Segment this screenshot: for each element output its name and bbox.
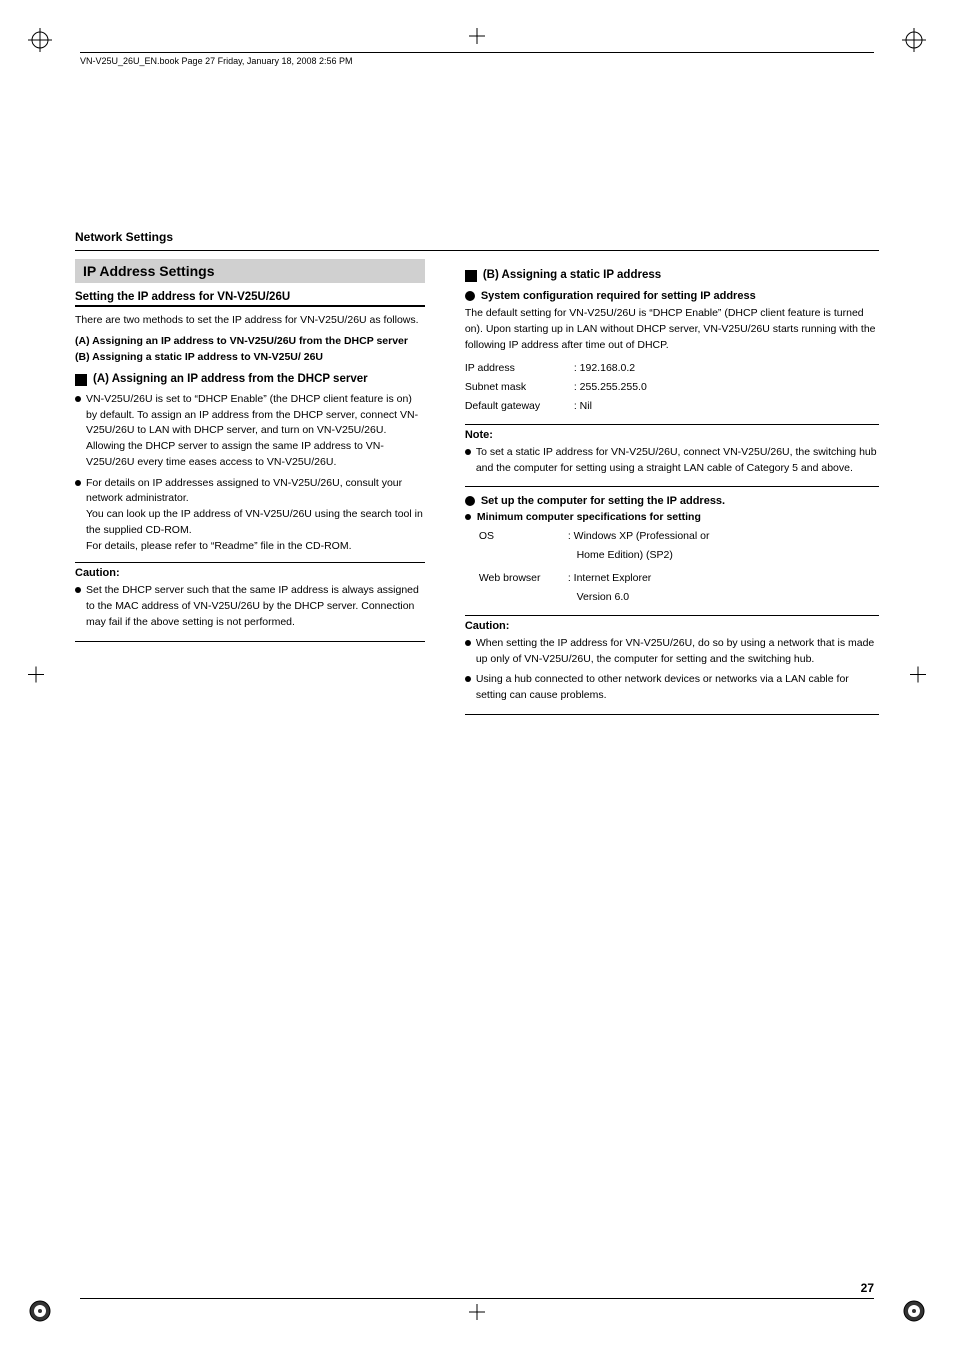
- caution-right-bullet-dot-2: [465, 676, 471, 682]
- corner-mark-tr: [902, 28, 926, 52]
- intro-text: There are two methods to set the IP addr…: [75, 313, 425, 329]
- default-gateway-label: Default gateway: [465, 397, 570, 416]
- section-a-bullet-1: VN-V25U/26U is set to “DHCP Enable” (the…: [75, 392, 425, 471]
- list-b-bold: (B) Assigning a static IP address to VN-…: [75, 351, 425, 363]
- system-config-heading: System configuration required for settin…: [465, 290, 879, 302]
- caution-right-bullet-dot-1: [465, 640, 471, 646]
- list-a-bold: (A) Assigning an IP address to VN-V25U/2…: [75, 335, 425, 347]
- black-square-icon-b: [465, 270, 477, 282]
- top-bar: VN-V25U_26U_EN.book Page 27 Friday, Janu…: [80, 52, 874, 66]
- caution-left-title: Caution:: [75, 567, 425, 579]
- section-b-heading-text: (B) Assigning a static IP address: [483, 269, 661, 281]
- subnet-mask-label: Subnet mask: [465, 378, 570, 397]
- section-a-bullet-2: For details on IP addresses assigned to …: [75, 476, 425, 555]
- setup-computer-heading: Set up the computer for setting the IP a…: [465, 495, 879, 507]
- caution-left-bullet-1-text: Set the DHCP server such that the same I…: [86, 583, 425, 630]
- circle-bullet-icon: [465, 291, 475, 301]
- subnet-mask-row: Subnet mask : 255.255.255.0: [465, 378, 879, 397]
- web-browser-row: Web browser : Internet Explorer Version …: [479, 569, 879, 607]
- default-gateway-row: Default gateway : Nil: [465, 397, 879, 416]
- note-bullet-dot: [465, 449, 471, 455]
- default-gateway-value: : Nil: [574, 397, 879, 416]
- main-content: Network Settings IP Address Settings Set…: [60, 230, 894, 723]
- corner-mark-bl: [28, 1299, 52, 1323]
- ip-address-settings-title: IP Address Settings: [75, 259, 425, 283]
- caution-right-bullet-1: When setting the IP address for VN-V25U/…: [465, 636, 879, 668]
- section-a-bullet-1-text: VN-V25U/26U is set to “DHCP Enable” (the…: [86, 392, 425, 471]
- caution-bullet-dot: [75, 587, 81, 593]
- page-number: 27: [861, 1281, 874, 1295]
- top-divider: [75, 250, 879, 251]
- section-a-bullet-2-text: For details on IP addresses assigned to …: [86, 476, 425, 555]
- network-settings-heading: Network Settings: [75, 230, 879, 244]
- caution-right-bullet-list: When setting the IP address for VN-V25U/…: [465, 636, 879, 704]
- bottom-bar: 27: [80, 1281, 874, 1299]
- bottom-center-crosshair: [469, 1304, 485, 1323]
- web-browser-label: Web browser: [479, 569, 564, 607]
- caution-right-bullet-2-text: Using a hub connected to other network d…: [476, 672, 879, 704]
- caution-right-bullet-2: Using a hub connected to other network d…: [465, 672, 879, 704]
- two-column-layout: IP Address Settings Setting the IP addre…: [75, 259, 879, 723]
- note-box: Note: To set a static IP address for VN-…: [465, 424, 879, 488]
- left-column: IP Address Settings Setting the IP addre…: [75, 259, 445, 723]
- os-value: : Windows XP (Professional or Home Editi…: [568, 527, 879, 565]
- caution-right-box: Caution: When setting the IP address for…: [465, 615, 879, 715]
- left-center-crosshair: [28, 666, 44, 685]
- caution-right-bullet-1-text: When setting the IP address for VN-V25U/…: [476, 636, 879, 668]
- note-bullet-1: To set a static IP address for VN-V25U/2…: [465, 445, 879, 477]
- section-a-heading: (A) Assigning an IP address from the DHC…: [75, 373, 425, 386]
- section-a-heading-text: (A) Assigning an IP address from the DHC…: [93, 373, 368, 385]
- right-center-crosshair: [910, 666, 926, 685]
- note-bullet-list: To set a static IP address for VN-V25U/2…: [465, 445, 879, 477]
- os-row: OS : Windows XP (Professional or Home Ed…: [479, 527, 879, 565]
- caution-left-bullet-list: Set the DHCP server such that the same I…: [75, 583, 425, 630]
- system-config-heading-text: System configuration required for settin…: [481, 290, 756, 302]
- min-spec-heading-text: Minimum computer specifications for sett…: [477, 511, 701, 523]
- system-config-body: The default setting for VN-V25U/26U is “…: [465, 306, 879, 353]
- min-spec-bullet-dot: [465, 514, 471, 520]
- subsection-title: Setting the IP address for VN-V25U/26U: [75, 291, 425, 307]
- bullet-dot-icon-2: [75, 480, 81, 486]
- bullet-dot-icon: [75, 396, 81, 402]
- setup-computer-heading-text: Set up the computer for setting the IP a…: [481, 495, 725, 507]
- corner-mark-tl: [28, 28, 52, 52]
- note-title: Note:: [465, 429, 879, 441]
- file-info: VN-V25U_26U_EN.book Page 27 Friday, Janu…: [80, 56, 353, 66]
- ip-address-row: IP address : 192.168.0.2: [465, 359, 879, 378]
- page-container: VN-V25U_26U_EN.book Page 27 Friday, Janu…: [0, 0, 954, 1351]
- black-square-icon: [75, 374, 87, 386]
- caution-left-bullet-1: Set the DHCP server such that the same I…: [75, 583, 425, 630]
- web-browser-value: : Internet Explorer Version 6.0: [568, 569, 879, 607]
- spec-table: OS : Windows XP (Professional or Home Ed…: [479, 527, 879, 607]
- caution-right-title: Caution:: [465, 620, 879, 632]
- note-bullet-1-text: To set a static IP address for VN-V25U/2…: [476, 445, 879, 477]
- section-b-heading: (B) Assigning a static IP address: [465, 269, 879, 282]
- caution-left-box: Caution: Set the DHCP server such that t…: [75, 562, 425, 641]
- os-label: OS: [479, 527, 564, 565]
- ip-table: IP address : 192.168.0.2 Subnet mask : 2…: [465, 359, 879, 416]
- ip-address-label: IP address: [465, 359, 570, 378]
- ip-address-value: : 192.168.0.2: [574, 359, 879, 378]
- min-spec-heading-row: Minimum computer specifications for sett…: [465, 511, 879, 523]
- circle-bullet-icon-2: [465, 496, 475, 506]
- subnet-mask-value: : 255.255.255.0: [574, 378, 879, 397]
- right-column: (B) Assigning a static IP address System…: [445, 259, 879, 723]
- top-center-crosshair: [469, 28, 485, 47]
- corner-mark-br: [902, 1299, 926, 1323]
- section-a-bullet-list: VN-V25U/26U is set to “DHCP Enable” (the…: [75, 392, 425, 555]
